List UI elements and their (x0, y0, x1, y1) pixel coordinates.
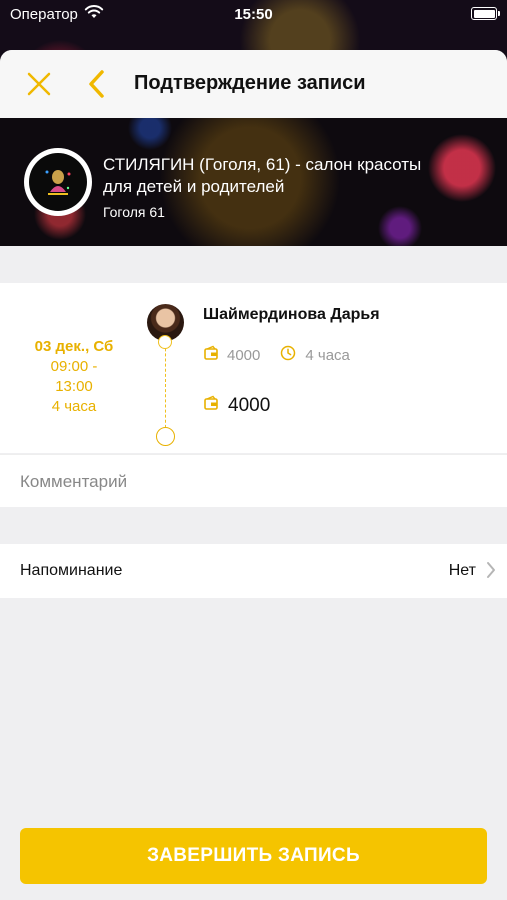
nav-bar: Подтверждение записи (0, 50, 507, 118)
wallet-icon (203, 345, 219, 365)
booking-date: 03 дек., Сб (34, 338, 114, 355)
booking-datetime: 03 дек., Сб 09:00 - 13:00 4 часа (0, 337, 148, 417)
finish-booking-button[interactable]: ЗАВЕРШИТЬ ЗАПИСЬ (20, 828, 487, 884)
reminder-label: Напоминание (20, 562, 123, 579)
salon-logo (24, 148, 92, 216)
chevron-left-icon[interactable] (84, 67, 110, 101)
total-price: 4000 (228, 395, 271, 416)
page-title: Подтверждение записи (134, 72, 366, 94)
close-icon[interactable] (22, 67, 56, 101)
service-row: 4000 4 часа (203, 345, 350, 365)
reminder-row[interactable]: Напоминание Нет (0, 544, 507, 598)
status-bar: Оператор 15:50 (0, 0, 507, 30)
comment-input[interactable] (20, 469, 480, 495)
booking-time-start: 09:00 - (50, 358, 98, 375)
booking-details: 03 дек., Сб 09:00 - 13:00 4 часа Шаймерд… (0, 283, 507, 453)
reminder-value: Нет (448, 562, 476, 579)
service-duration: 4 часа (305, 346, 350, 364)
master-name: Шаймердинова Дарья (203, 306, 380, 323)
battery-icon (471, 7, 500, 20)
comment-section (0, 454, 507, 507)
booking-confirmation-sheet: Подтверждение записи СТИЛЯГИН (Гоголя, 6… (0, 50, 507, 900)
salon-address: Гоголя 61 (103, 204, 165, 220)
timeline-end-node (156, 427, 175, 446)
salon-header: СТИЛЯГИН (Гоголя, 61) - салон красоты дл… (0, 118, 507, 246)
timeline-node (158, 335, 172, 349)
booking-duration: 4 часа (51, 398, 97, 415)
salon-name: СТИЛЯГИН (Гоголя, 61) - салон красоты дл… (103, 155, 422, 196)
booking-time-end: 13:00 (55, 378, 93, 395)
wallet-icon (203, 395, 219, 417)
status-time: 15:50 (234, 6, 273, 23)
service-price: 4000 (227, 346, 261, 364)
total-row: 4000 (203, 395, 270, 417)
clock-icon (280, 345, 296, 365)
chevron-right-icon (485, 560, 497, 585)
